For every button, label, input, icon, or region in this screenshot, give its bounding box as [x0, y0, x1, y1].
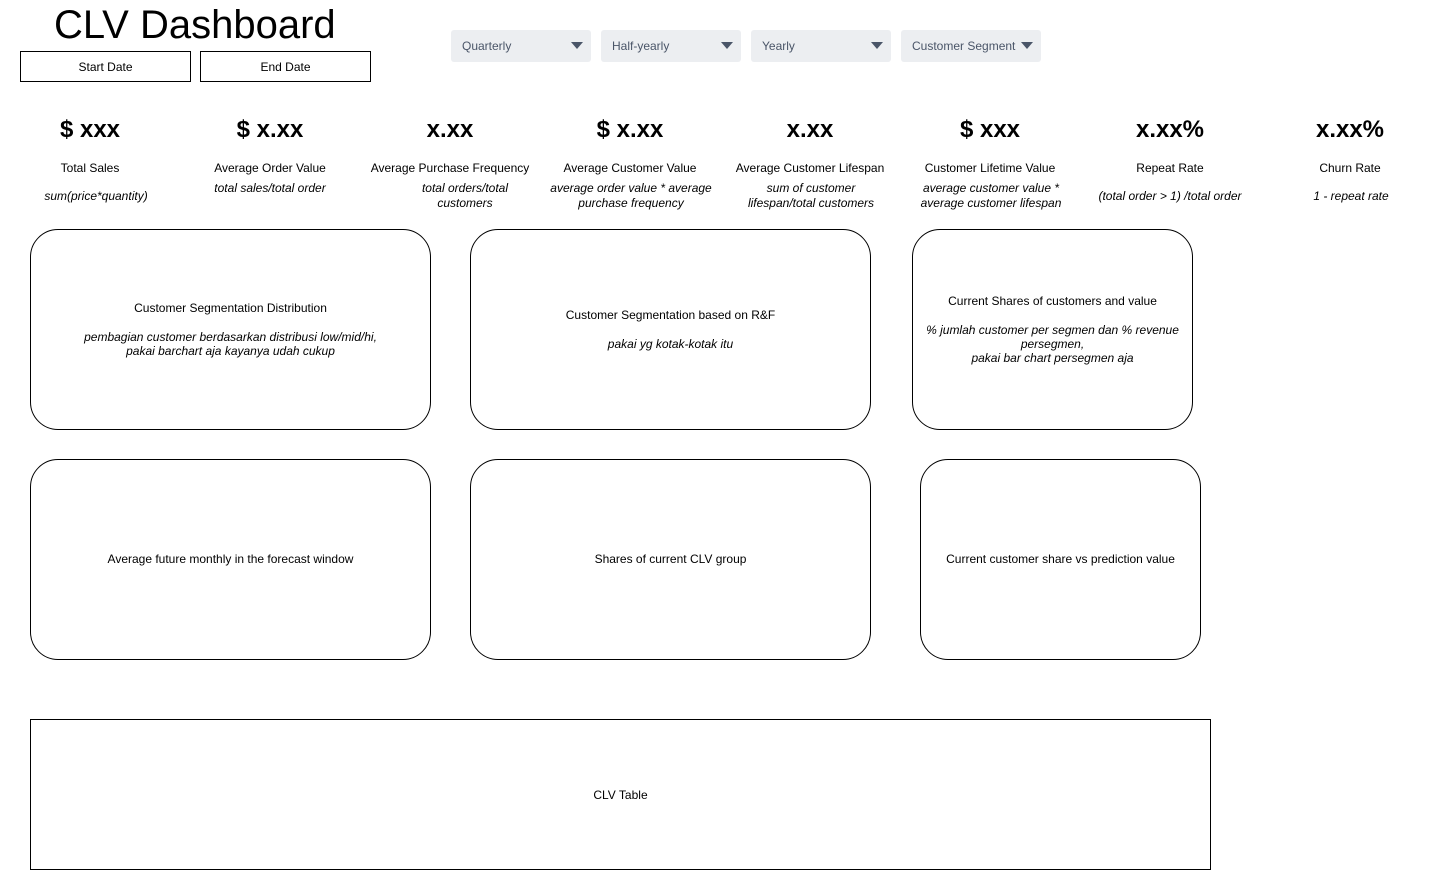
quarterly-dropdown-label: Quarterly	[462, 39, 512, 53]
customer-segment-dropdown-label: Customer Segment	[912, 39, 1016, 53]
kpi-value: $ x.xx	[596, 116, 664, 143]
kpi-name: Churn Rate	[1319, 161, 1381, 175]
yearly-dropdown-label: Yearly	[762, 39, 795, 53]
kpi-value: $ xxx	[59, 116, 121, 143]
card-title: Shares of current CLV group	[594, 552, 747, 566]
chevron-down-icon	[871, 42, 883, 49]
start-date-button[interactable]: Start Date	[20, 51, 191, 82]
quarterly-dropdown[interactable]: Quarterly	[451, 30, 591, 62]
kpi-name: Average Purchase Frequency	[370, 161, 530, 175]
card-note: % jumlah customer per segmen dan % reven…	[926, 323, 1179, 365]
yearly-dropdown[interactable]: Yearly	[751, 30, 891, 62]
kpi-name: Total Sales	[60, 161, 120, 175]
kpi-formula: 1 - repeat rate	[1313, 189, 1389, 203]
kpi-customer-lifetime-value: $ xxx Customer Lifetime Value average cu…	[900, 112, 1080, 211]
card-title: Customer Segmentation based on R&F	[565, 308, 776, 322]
kpi-value: x.xx	[786, 116, 834, 143]
page-title: CLV Dashboard	[54, 3, 336, 47]
kpi-value: x.xx	[426, 116, 474, 143]
future-monthly-card: Average future monthly in the forecast w…	[30, 459, 431, 660]
customer-segmentation-distribution-card: Customer Segmentation Distribution pemba…	[30, 229, 431, 430]
kpi-formula: total orders/total customers	[421, 181, 509, 210]
kpi-formula: (total order > 1) /total order	[1098, 189, 1242, 203]
card-note: pembagian customer berdasarkan distribus…	[84, 330, 377, 358]
kpi-formula: total sales/total order	[214, 181, 326, 195]
half-yearly-dropdown-label: Half-yearly	[612, 39, 670, 53]
card-title: Average future monthly in the forecast w…	[107, 552, 354, 566]
card-title: Current Shares of customers and value	[948, 294, 1157, 308]
kpi-name: Customer Lifetime Value	[924, 161, 1056, 175]
chevron-down-icon	[1021, 42, 1033, 49]
customer-segmentation-rf-card: Customer Segmentation based on R&F pakai…	[470, 229, 871, 430]
kpi-name: Average Customer Lifespan	[735, 161, 885, 175]
kpi-formula: average order value * average purchase f…	[550, 181, 712, 210]
customer-segment-dropdown[interactable]: Customer Segment	[901, 30, 1041, 62]
end-date-button[interactable]: End Date	[200, 51, 371, 82]
kpi-value: $ xxx	[959, 116, 1021, 143]
card-title: Customer Segmentation Distribution	[134, 301, 327, 315]
clv-group-shares-card: Shares of current CLV group	[470, 459, 871, 660]
kpi-repeat-rate: x.xx% Repeat Rate (total order > 1) /tot…	[1080, 112, 1260, 204]
kpi-value: x.xx%	[1135, 116, 1205, 143]
chevron-down-icon	[721, 42, 733, 49]
kpi-name: Average Customer Value	[563, 161, 697, 175]
kpi-average-customer-lifespan: x.xx Average Customer Lifespan sum of cu…	[720, 112, 900, 211]
kpi-name: Repeat Rate	[1136, 161, 1204, 175]
kpi-average-purchase-frequency: x.xx Average Purchase Frequency total or…	[360, 112, 540, 211]
card-note: pakai yg kotak-kotak itu	[607, 337, 734, 351]
kpi-value: $ x.xx	[236, 116, 304, 143]
kpi-total-sales: $ xxx Total Sales sum(price*quantity)	[0, 112, 180, 204]
kpi-average-order-value: $ x.xx Average Order Value total sales/t…	[180, 112, 360, 196]
kpi-average-customer-value: $ x.xx Average Customer Value average or…	[540, 112, 720, 211]
kpi-value: x.xx%	[1315, 116, 1385, 143]
share-vs-prediction-card: Current customer share vs prediction val…	[920, 459, 1201, 660]
kpi-formula: sum of customer lifespan/total customers	[747, 181, 875, 210]
kpi-name: Average Order Value	[214, 161, 326, 175]
clv-table-label: CLV Table	[593, 787, 648, 802]
current-shares-card: Current Shares of customers and value % …	[912, 229, 1193, 430]
chevron-down-icon	[571, 42, 583, 49]
card-title: Current customer share vs prediction val…	[946, 552, 1175, 566]
clv-table: CLV Table	[30, 719, 1211, 870]
half-yearly-dropdown[interactable]: Half-yearly	[601, 30, 741, 62]
kpi-churn-rate: x.xx% Churn Rate 1 - repeat rate	[1260, 112, 1440, 204]
kpi-formula: sum(price*quantity)	[44, 189, 148, 203]
kpi-formula: average customer value * average custome…	[920, 181, 1062, 210]
